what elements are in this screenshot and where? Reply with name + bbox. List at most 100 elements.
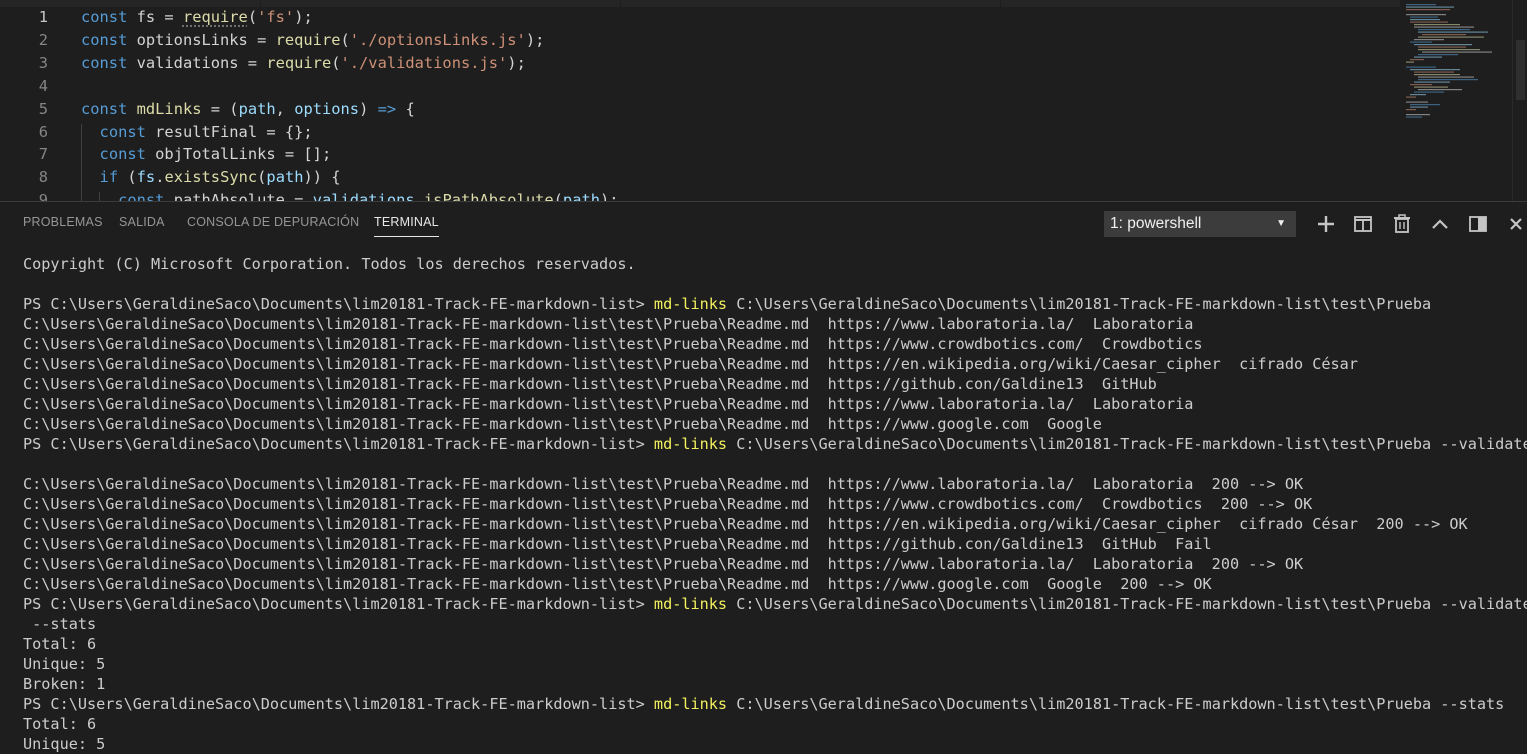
minimap-line — [1418, 46, 1466, 48]
minimap-line — [1418, 89, 1462, 91]
terminal-prompt: PS C:\Users\GeraldineSaco\Documents\lim2… — [23, 435, 654, 453]
code-token: ) — [359, 99, 378, 118]
minimap-line — [1414, 39, 1444, 41]
code-token: ); — [525, 30, 545, 49]
tab-terminal[interactable]: TERMINAL — [374, 215, 439, 237]
code-line[interactable]: 5 const mdLinks = (path, options) => { — [0, 98, 1390, 121]
code-token: )) { — [303, 168, 341, 187]
code-line[interactable]: 8 if (fs.existsSync(path)) { — [0, 166, 1390, 189]
minimap-line — [1414, 56, 1442, 58]
code-token: objTotalLinks = []; — [145, 145, 332, 164]
line-number: 8 — [38, 168, 48, 187]
tab-problemas[interactable]: PROBLEMAS — [23, 215, 103, 235]
minimap-line — [1422, 51, 1492, 53]
code-line[interactable]: 9 const pathAbsolute = validations.isPat… — [0, 189, 1390, 201]
terminal-command-line: PS C:\Users\GeraldineSaco\Documents\lim2… — [23, 434, 1527, 454]
minimap-line — [1414, 91, 1444, 93]
minimap-line — [1406, 101, 1428, 103]
minimap-line — [1414, 86, 1448, 88]
terminal-command-args: C:\Users\GeraldineSaco\Documents\lim2018… — [727, 695, 1505, 713]
code-line[interactable]: 4 — [0, 75, 1390, 98]
code-token: ( — [118, 168, 137, 187]
line-number: 7 — [38, 145, 48, 164]
code-token: validations — [312, 191, 415, 201]
terminal-output-line: C:\Users\GeraldineSaco\Documents\lim2018… — [23, 575, 1212, 593]
code-token: options — [294, 99, 360, 118]
line-source: const fs = require('fs'); — [81, 6, 313, 29]
minimap-line — [1414, 24, 1460, 26]
code-token: path — [238, 99, 276, 118]
terminal-output-line: Total: 6 — [23, 635, 97, 653]
minimap-line — [1410, 41, 1432, 43]
minimap-line — [1406, 109, 1416, 111]
code-token: mdLinks — [136, 99, 202, 118]
minimap-line — [1410, 84, 1432, 86]
maximize-panel-icon[interactable] — [1428, 212, 1452, 236]
terminal-output[interactable]: Copyright (C) Microsoft Corporation. Tod… — [0, 254, 1527, 754]
minimap-line — [1410, 94, 1426, 96]
minimap[interactable] — [1400, 0, 1512, 201]
close-icon[interactable] — [1505, 212, 1527, 236]
code-token: ); — [294, 8, 313, 26]
minimap-line — [1406, 66, 1436, 68]
code-token: ); — [600, 191, 619, 201]
new-terminal-icon[interactable] — [1314, 212, 1338, 236]
code-token: const — [99, 122, 146, 141]
code-token: isPathAbsolute — [423, 191, 554, 201]
code-line[interactable]: 3 const validations = require('./validati… — [0, 52, 1390, 75]
line-number: 1 — [38, 8, 48, 26]
tab-salida[interactable]: SALIDA — [119, 215, 165, 235]
terminal-output-line: C:\Users\GeraldineSaco\Documents\lim2018… — [23, 355, 1358, 373]
code-token: path — [562, 191, 600, 201]
code-token: require — [182, 8, 248, 26]
line-source: const optionsLinks = require('./optionsL… — [81, 29, 544, 52]
terminal-output-line: C:\Users\GeraldineSaco\Documents\lim2018… — [23, 555, 1304, 573]
code-line[interactable]: 2 const optionsLinks = require('./options… — [0, 29, 1390, 52]
code-line[interactable]: 1 const fs = require('fs'); — [0, 6, 1390, 29]
terminal-output-line: C:\Users\GeraldineSaco\Documents\lim2018… — [23, 495, 1313, 513]
minimap-line — [1410, 104, 1440, 106]
minimap-line — [1418, 49, 1480, 51]
code-editor[interactable]: 1 const fs = require('fs'); 2 const options… — [0, 0, 1527, 201]
code-token: './validations.js' — [340, 53, 508, 72]
code-line[interactable]: 6 const resultFinal = {}; — [0, 121, 1390, 144]
minimap-line — [1418, 31, 1488, 33]
trash-icon[interactable] — [1390, 212, 1414, 236]
chevron-down-icon: ▼ — [1276, 218, 1286, 229]
editor-scrollbar-thumb[interactable] — [1516, 40, 1525, 100]
editor-scrollbar[interactable] — [1512, 0, 1527, 201]
code-token: . — [414, 191, 424, 201]
minimap-line — [1406, 14, 1446, 16]
terminal-output-line: C:\Users\GeraldineSaco\Documents\lim2018… — [23, 535, 1212, 553]
split-terminal-icon[interactable] — [1351, 212, 1375, 236]
code-token: , — [275, 99, 295, 118]
terminal-output-line: Total: 6 — [23, 715, 97, 733]
terminal-command: md-links — [653, 435, 728, 453]
terminal-instance-select[interactable]: 1: powershell ▼ — [1104, 211, 1296, 237]
line-source: const resultFinal = {}; — [81, 121, 313, 144]
minimap-line — [1410, 19, 1440, 21]
line-source: if (fs.existsSync(path)) { — [81, 166, 341, 189]
minimap-line — [1406, 4, 1436, 6]
panel-header: PROBLEMAS SALIDA CONSOLA DE DEPURACIÓN T… — [0, 202, 1527, 245]
code-token: 'fs' — [257, 8, 295, 26]
toggle-panel-position-icon[interactable] — [1466, 212, 1490, 236]
tab-consola-depuracion[interactable]: CONSOLA DE DEPURACIÓN — [187, 215, 359, 235]
minimap-line — [1410, 59, 1424, 61]
code-token: resultFinal = {}; — [145, 122, 313, 141]
terminal-output-line: --stats — [23, 615, 97, 633]
code-line[interactable]: 7 const objTotalLinks = []; — [0, 143, 1390, 166]
code-token: fs — [136, 168, 156, 187]
minimap-line — [1406, 114, 1430, 116]
terminal-output-line: Copyright (C) Microsoft Corporation. Tod… — [23, 255, 636, 273]
code-token: ( — [247, 8, 258, 26]
terminal-prompt: PS C:\Users\GeraldineSaco\Documents\lim2… — [23, 695, 654, 713]
terminal-output-line: Broken: 1 — [23, 675, 106, 693]
line-source: const objTotalLinks = []; — [81, 143, 332, 166]
code-token: optionsLinks = — [127, 30, 276, 49]
code-token: ( — [331, 53, 341, 72]
minimap-line — [1406, 96, 1416, 98]
minimap-line — [1418, 29, 1470, 31]
